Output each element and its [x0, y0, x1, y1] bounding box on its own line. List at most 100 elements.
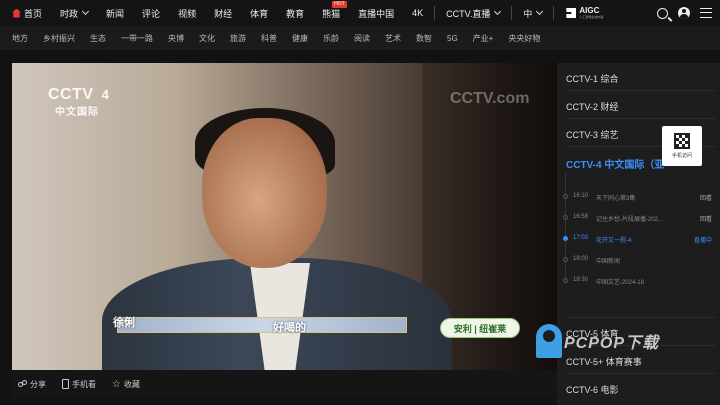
channel-divider	[566, 90, 716, 91]
nav-item-4k[interactable]: 4K	[403, 0, 432, 26]
subnav-item[interactable]: 央博	[168, 33, 184, 44]
nav-label: 新闻	[106, 8, 125, 19]
nav-label: CCTV.直播	[446, 8, 491, 19]
nav-item-comment[interactable]: 评论	[133, 0, 169, 26]
top-nav-bar: 首页 时政 新闻 评论 视频 财经 体育 教育 熊猫 HOT 直播中国 4K C…	[0, 0, 720, 26]
schedule-name: 中国文艺-2024-18	[596, 280, 645, 286]
schedule-dot-icon	[563, 194, 568, 199]
qr-code-icon	[674, 133, 690, 149]
schedule-item[interactable]: 16:58 记住乡愁-片段展播-202... 回看	[557, 208, 720, 228]
subnav-item[interactable]: 旅游	[230, 33, 246, 44]
nav-item-cctv-live[interactable]: CCTV.直播	[437, 0, 509, 26]
subnav-item[interactable]: 央央好物	[508, 33, 540, 44]
channel-item-cctv6[interactable]: CCTV-6 电影	[566, 383, 619, 396]
channel-logo-number: 4	[101, 87, 110, 102]
schedule-time: 16:10	[573, 193, 589, 199]
replay-link[interactable]: 回看	[700, 214, 712, 223]
nav-item-panda[interactable]: 熊猫 HOT	[313, 0, 349, 26]
channel-item-cctv1[interactable]: CCTV-1 综合	[566, 72, 619, 85]
cctv-com-watermark: CCTV.com	[450, 90, 530, 107]
schedule-dot-icon	[563, 257, 568, 262]
channel-divider	[566, 373, 716, 374]
site-watermark: PCPOP下载	[536, 324, 659, 358]
watermark-logo-icon	[536, 324, 562, 358]
nav-label: 熊猫	[322, 8, 341, 19]
share-label: 分享	[30, 379, 46, 389]
star-icon: ☆	[112, 378, 121, 390]
nav-home[interactable]: 首页	[0, 0, 51, 26]
channel-item-cctv4-active[interactable]: CCTV-4 中文国际（亚	[566, 156, 664, 171]
nav-label: 视频	[178, 8, 197, 19]
schedule-item[interactable]: 18:30 中国文艺-2024-18	[557, 271, 720, 291]
nav-item-video[interactable]: 视频	[169, 0, 205, 26]
subnav-item[interactable]: 数智	[416, 33, 432, 44]
caption-bar: 徐俐 好喝的	[113, 317, 407, 334]
nav-label: 时政	[60, 8, 79, 19]
sponsor-badge: 安利 | 纽崔莱	[440, 318, 520, 338]
favorite-button[interactable]: ☆ 收藏	[112, 379, 140, 390]
schedule-item[interactable]: 18:00 中国新闻	[557, 250, 720, 270]
user-icon[interactable]	[678, 7, 690, 19]
caption-quote: 好喝的	[273, 322, 306, 334]
subnav-item[interactable]: 乐龄	[323, 33, 339, 44]
subnav-item[interactable]: 阅读	[354, 33, 370, 44]
nav-label: 评论	[142, 8, 161, 19]
channel-logo-sub: 中文国际	[55, 107, 99, 118]
schedule-item[interactable]: 16:10 天下同心第3集 回看	[557, 187, 720, 207]
subnav-item[interactable]: 科普	[261, 33, 277, 44]
watch-on-phone-label: 手机看	[72, 379, 96, 389]
nav-item-finance[interactable]: 财经	[205, 0, 241, 26]
share-button[interactable]: 分享	[18, 379, 46, 390]
channel-logo: CCTV 4	[48, 86, 109, 104]
nav-label: 教育	[286, 8, 305, 19]
channel-item-cctv2[interactable]: CCTV-2 财经	[566, 100, 619, 113]
chevron-down-icon	[81, 7, 90, 16]
schedule-dot-icon	[563, 278, 568, 283]
nav-divider	[553, 6, 555, 20]
schedule-item-live[interactable]: 17:03 花开又一程-4 直播中	[557, 229, 720, 249]
subnav-item[interactable]: 乡村振兴	[43, 33, 75, 44]
nav-item-sports[interactable]: 体育	[241, 0, 277, 26]
language-select[interactable]: 中	[514, 0, 551, 26]
video-player[interactable]: CCTV 4 中文国际 CCTV.com 徐俐 好喝的 安利 | 纽崔莱	[12, 63, 557, 370]
video-person-head	[202, 118, 327, 268]
menu-icon[interactable]	[700, 8, 712, 18]
channel-divider	[566, 317, 716, 318]
subnav-item[interactable]: 一带一路	[121, 33, 153, 44]
aigc-link[interactable]: AIGC 人工智能生成内容	[556, 7, 613, 19]
language-label: 中	[523, 8, 533, 19]
nav-label: 体育	[250, 8, 269, 19]
subnav-item[interactable]: 健康	[292, 33, 308, 44]
search-icon[interactable]	[657, 7, 668, 19]
aigc-label: AIGC	[579, 6, 600, 15]
nav-home-label: 首页	[24, 8, 43, 19]
schedule-dot-icon	[563, 215, 568, 220]
aigc-logo-icon	[566, 8, 577, 18]
nav-divider	[434, 6, 436, 20]
player-control-bar: 分享 手机看 ☆ 收藏	[12, 370, 557, 398]
nav-item-education[interactable]: 教育	[277, 0, 313, 26]
live-dot-icon	[563, 236, 568, 241]
mobile-access-qr[interactable]: 手机访问	[662, 126, 702, 166]
nav-item-news[interactable]: 新闻	[97, 0, 133, 26]
replay-link[interactable]: 回看	[700, 193, 712, 202]
chevron-down-icon	[536, 7, 544, 16]
channel-item-cctv3[interactable]: CCTV-3 综艺	[566, 128, 619, 141]
schedule-name: 记住乡愁-片段展播-202...	[596, 217, 664, 223]
schedule-name: 花开又一程-4	[596, 238, 632, 244]
chevron-down-icon	[494, 7, 502, 16]
subnav-item[interactable]: 地方	[12, 33, 28, 44]
subnav-item[interactable]: 5G	[447, 34, 458, 43]
subnav-item[interactable]: 艺术	[385, 33, 401, 44]
subnav-item[interactable]: 文化	[199, 33, 215, 44]
nav-item-politics[interactable]: 时政	[51, 0, 97, 26]
sub-nav-bar: 地方 乡村振兴 生态 一带一路 央博 文化 旅游 科普 健康 乐龄 阅读 艺术 …	[0, 26, 720, 50]
caption-name: 徐俐	[113, 317, 135, 329]
nav-item-live-china[interactable]: 直播中国	[349, 0, 403, 26]
watch-on-phone-button[interactable]: 手机看	[62, 379, 96, 390]
home-icon	[12, 8, 21, 18]
subnav-item[interactable]: 产业+	[473, 33, 494, 44]
subnav-item[interactable]: 生态	[90, 33, 106, 44]
share-icon	[18, 380, 27, 388]
nav-divider	[511, 6, 513, 20]
